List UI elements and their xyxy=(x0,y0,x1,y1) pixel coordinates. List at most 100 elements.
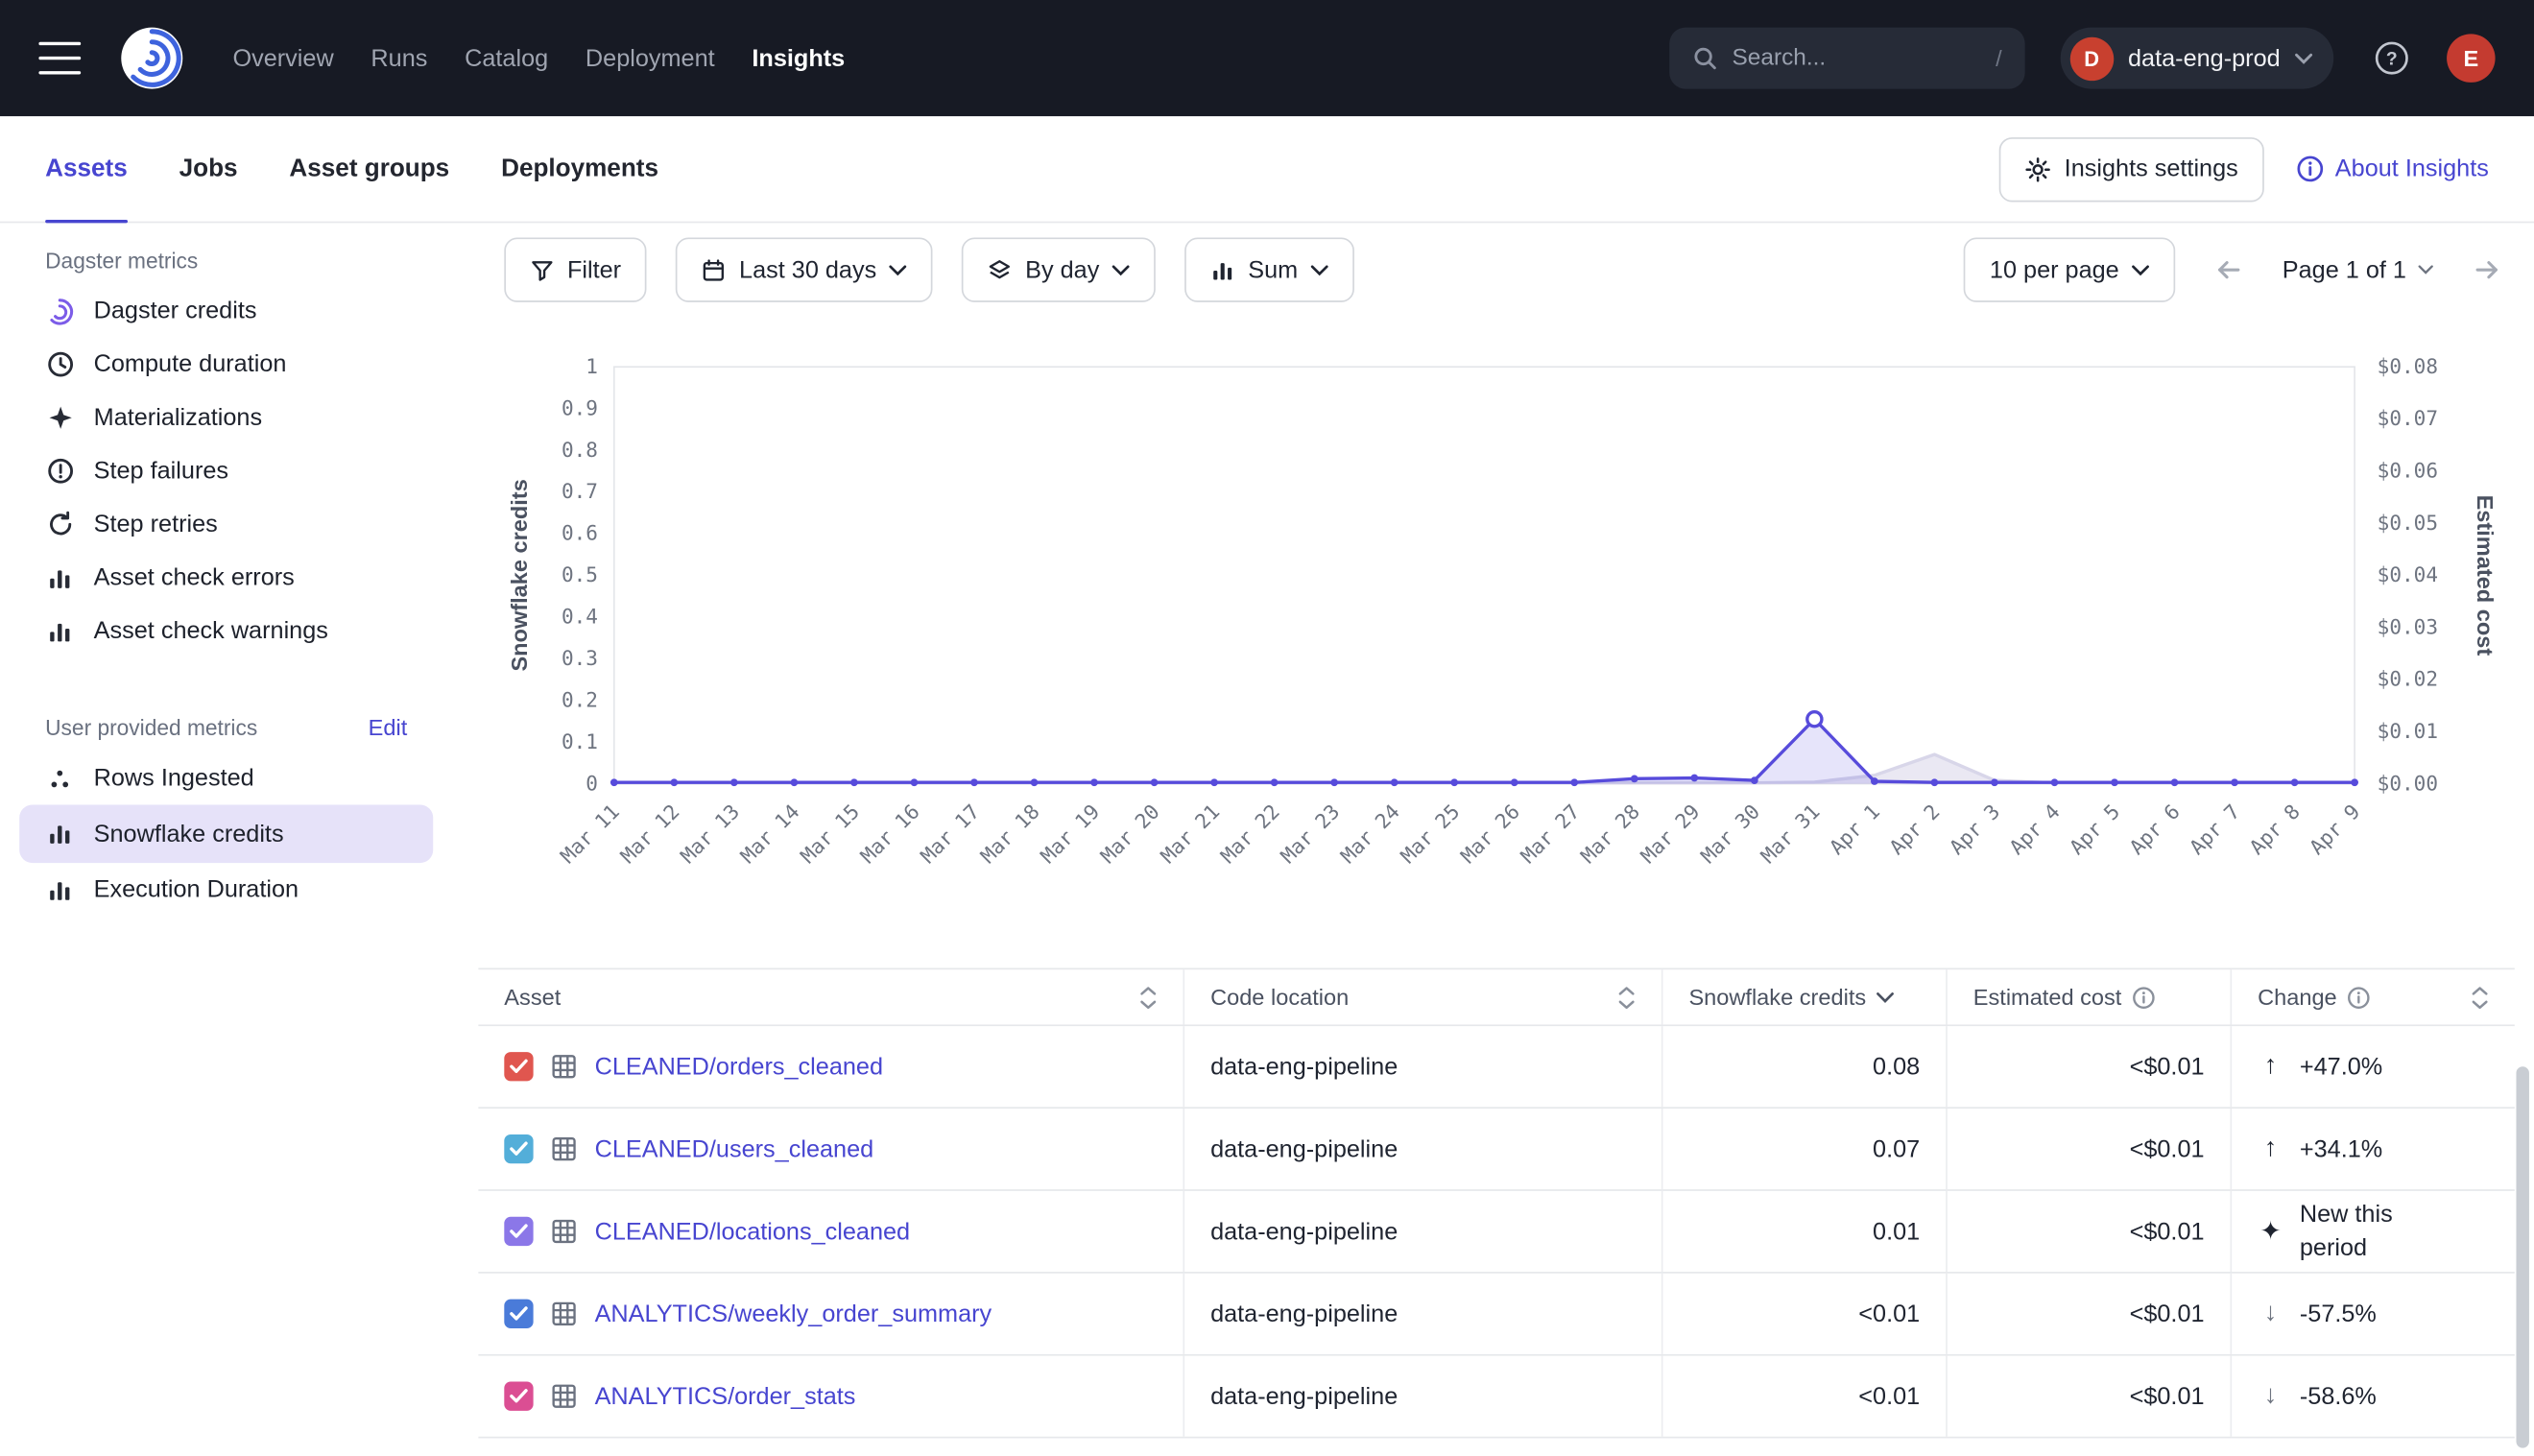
cost-value: <$0.01 xyxy=(1946,1274,2230,1354)
sort-icon[interactable] xyxy=(2471,985,2489,1009)
column-header-snowflake-credits[interactable]: Snowflake credits xyxy=(1661,969,1946,1024)
asset-link[interactable]: ANALYTICS/order_stats xyxy=(595,1382,856,1410)
svg-text:Apr 3: Apr 3 xyxy=(1945,800,2004,859)
sidebar-item-materializations[interactable]: Materializations xyxy=(0,391,452,444)
metrics-sidebar: Dagster metrics Dagster credits xyxy=(0,223,452,1454)
sidebar-item-execution-duration[interactable]: Execution Duration xyxy=(0,863,452,917)
svg-text:0.4: 0.4 xyxy=(562,605,598,629)
info-icon[interactable] xyxy=(2347,985,2371,1009)
nav-item-catalog[interactable]: Catalog xyxy=(465,44,548,72)
insights-settings-button[interactable]: Insights settings xyxy=(1999,136,2263,201)
asset-link[interactable]: CLEANED/users_cleaned xyxy=(595,1135,874,1163)
svg-text:Mar 31: Mar 31 xyxy=(1756,800,1824,868)
sorted-desc-icon[interactable] xyxy=(1876,991,1894,1003)
svg-text:$0.03: $0.03 xyxy=(2378,614,2438,638)
credits-value: <0.01 xyxy=(1661,1356,1946,1437)
cost-value: <$0.01 xyxy=(1946,1026,2230,1107)
sort-icon[interactable] xyxy=(1139,985,1158,1009)
table-row: ANALYTICS/order_stats data-eng-pipeline … xyxy=(478,1356,2514,1439)
primary-nav: Overview Runs Catalog Deployment Insight… xyxy=(232,44,845,72)
change-value: +47.0% xyxy=(2300,1050,2382,1084)
info-icon xyxy=(2296,155,2324,183)
svg-text:0.9: 0.9 xyxy=(562,395,598,419)
sort-icon[interactable] xyxy=(1617,985,1636,1009)
page-indicator-dropdown[interactable]: Page 1 of 1 xyxy=(2283,256,2434,284)
svg-text:1: 1 xyxy=(586,354,598,378)
filter-button[interactable]: Filter xyxy=(504,237,647,301)
sparkle-icon xyxy=(45,403,74,432)
svg-text:Mar 23: Mar 23 xyxy=(1276,800,1344,868)
svg-text:Mar 28: Mar 28 xyxy=(1576,800,1644,868)
app-window: Overview Runs Catalog Deployment Insight… xyxy=(0,0,2534,1456)
tab-assets[interactable]: Assets xyxy=(45,116,128,221)
info-icon[interactable] xyxy=(2131,985,2155,1009)
date-range-dropdown[interactable]: Last 30 days xyxy=(676,237,933,301)
sidebar-item-asset-check-warnings[interactable]: Asset check warnings xyxy=(0,605,452,658)
column-header-estimated-cost[interactable]: Estimated cost xyxy=(1946,969,2230,1024)
asset-link[interactable]: ANALYTICS/weekly_order_summary xyxy=(595,1301,992,1328)
svg-text:Mar 24: Mar 24 xyxy=(1336,800,1404,868)
column-header-code-location[interactable]: Code location xyxy=(1183,969,1661,1024)
tab-deployments[interactable]: Deployments xyxy=(501,116,658,221)
nav-item-overview[interactable]: Overview xyxy=(232,44,333,72)
sidebar-item-asset-check-errors[interactable]: Asset check errors xyxy=(0,551,452,605)
help-icon[interactable]: ? xyxy=(2373,38,2411,77)
change-value: -57.5% xyxy=(2300,1297,2377,1330)
credits-value: 0.01 xyxy=(1661,1191,1946,1272)
asset-link[interactable]: CLEANED/orders_cleaned xyxy=(595,1053,883,1081)
nav-item-deployment[interactable]: Deployment xyxy=(586,44,715,72)
next-page-button[interactable] xyxy=(2460,243,2515,298)
asset-checkbox[interactable] xyxy=(504,1052,533,1081)
column-header-change[interactable]: Change xyxy=(2230,969,2514,1024)
tab-jobs[interactable]: Jobs xyxy=(179,116,238,221)
asset-checkbox[interactable] xyxy=(504,1134,533,1163)
nav-item-insights[interactable]: Insights xyxy=(752,44,845,72)
asset-checkbox[interactable] xyxy=(504,1300,533,1328)
sidebar-item-rows-ingested[interactable]: Rows Ingested xyxy=(0,752,452,805)
about-insights-link[interactable]: About Insights xyxy=(2296,155,2488,183)
svg-text:Mar 30: Mar 30 xyxy=(1696,800,1764,868)
asset-checkbox[interactable] xyxy=(504,1382,533,1411)
tab-asset-groups[interactable]: Asset groups xyxy=(289,116,449,221)
per-page-dropdown[interactable]: 10 per page xyxy=(1964,237,2176,301)
sidebar-item-compute-duration[interactable]: Compute duration xyxy=(0,338,452,392)
svg-text:$0.04: $0.04 xyxy=(2378,562,2438,586)
svg-text:Apr 8: Apr 8 xyxy=(2244,800,2304,859)
chevron-down-icon xyxy=(2295,53,2313,64)
org-switcher[interactable]: D data-eng-prod xyxy=(2060,28,2333,89)
column-header-asset[interactable]: Asset xyxy=(478,969,1183,1024)
svg-text:0.5: 0.5 xyxy=(562,562,598,586)
svg-text:$0.01: $0.01 xyxy=(2378,719,2438,743)
layers-icon xyxy=(988,258,1012,282)
svg-text:Apr 2: Apr 2 xyxy=(1884,800,1944,859)
asset-link[interactable]: CLEANED/locations_cleaned xyxy=(595,1218,911,1246)
table-grid-icon xyxy=(551,1383,577,1409)
nav-item-runs[interactable]: Runs xyxy=(371,44,427,72)
dagster-logo-icon[interactable] xyxy=(120,26,184,90)
cost-value: <$0.01 xyxy=(1946,1191,2230,1272)
cost-value: <$0.01 xyxy=(1946,1356,2230,1437)
aggregation-dropdown[interactable]: Sum xyxy=(1185,237,1355,301)
asset-checkbox[interactable] xyxy=(504,1217,533,1246)
svg-text:0: 0 xyxy=(586,771,598,795)
sidebar-item-step-retries[interactable]: Step retries xyxy=(0,498,452,552)
edit-metrics-link[interactable]: Edit xyxy=(369,714,408,740)
clock-icon xyxy=(45,350,74,379)
search-shortcut-hint: / xyxy=(1996,45,2002,71)
previous-page-button[interactable] xyxy=(2202,243,2257,298)
menu-icon[interactable] xyxy=(38,42,81,75)
user-avatar[interactable]: E xyxy=(2447,34,2496,83)
sidebar-item-step-failures[interactable]: Step failures xyxy=(0,444,452,498)
svg-text:0.8: 0.8 xyxy=(562,438,598,462)
sidebar-item-dagster-credits[interactable]: Dagster credits xyxy=(0,284,452,338)
search-input[interactable]: Search... / xyxy=(1669,28,2024,89)
change-value: -58.6% xyxy=(2300,1379,2377,1413)
vertical-scrollbar[interactable] xyxy=(2516,1066,2528,1447)
table-grid-icon xyxy=(551,1054,577,1080)
chevron-down-icon xyxy=(2132,264,2150,275)
table-row: CLEANED/locations_cleaned data-eng-pipel… xyxy=(478,1191,2514,1274)
svg-text:$0.08: $0.08 xyxy=(2378,354,2438,378)
chevron-down-icon xyxy=(890,264,908,275)
sidebar-item-snowflake-credits[interactable]: Snowflake credits xyxy=(19,804,433,863)
group-by-dropdown[interactable]: By day xyxy=(962,237,1156,301)
